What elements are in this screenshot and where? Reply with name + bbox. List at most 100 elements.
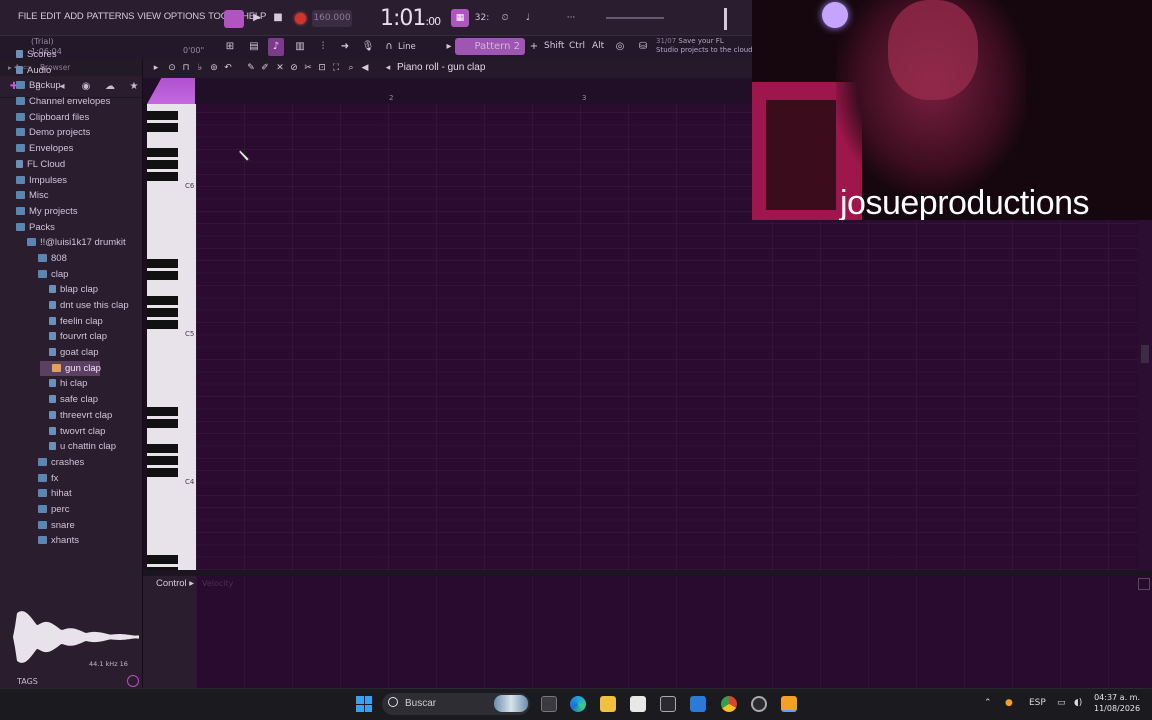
- tune-icon[interactable]: ♭: [194, 61, 206, 75]
- shop-icon[interactable]: ⛁: [635, 38, 651, 56]
- channel-rack-icon[interactable]: ▤: [246, 38, 262, 56]
- black-key[interactable]: [147, 296, 178, 305]
- black-key[interactable]: [147, 555, 178, 564]
- browser-item[interactable]: snare: [0, 518, 143, 534]
- browser-item[interactable]: 808: [0, 251, 143, 267]
- browser-item[interactable]: Packs: [0, 220, 143, 236]
- black-key[interactable]: [147, 123, 178, 132]
- file-explorer-icon[interactable]: [600, 696, 616, 712]
- piano-roll-icon[interactable]: ♪: [268, 38, 284, 56]
- event-scroll-button[interactable]: [1138, 578, 1150, 590]
- event-grid[interactable]: [196, 576, 1138, 688]
- chrome-icon[interactable]: [721, 696, 737, 712]
- fl-cloud-icon[interactable]: ◎: [612, 38, 628, 56]
- browser-item[interactable]: Channel envelopes: [0, 94, 143, 110]
- microphone-tray-icon[interactable]: ●: [1005, 698, 1013, 708]
- scrollbar-thumb[interactable]: [1141, 345, 1149, 363]
- ctrl-key-button[interactable]: Ctrl: [569, 38, 585, 55]
- browser-item[interactable]: Misc: [0, 188, 143, 204]
- browser-item[interactable]: safe clap: [0, 392, 143, 408]
- pianoroll-title[interactable]: Piano roll - gun clap: [397, 61, 485, 75]
- paint-tool-icon[interactable]: ✐: [259, 61, 271, 75]
- speaker-icon[interactable]: ◀: [359, 61, 371, 75]
- menu-patterns[interactable]: PATTERNS: [87, 11, 135, 22]
- tags-label[interactable]: TAGS: [17, 677, 38, 686]
- black-key[interactable]: [147, 320, 178, 329]
- plugin-picker-icon[interactable]: ⫶: [315, 38, 331, 56]
- snap-selector[interactable]: Line: [394, 40, 440, 54]
- windows-start-icon[interactable]: [356, 696, 372, 712]
- browser-item[interactable]: u chattin clap: [0, 439, 143, 455]
- browser-item[interactable]: Envelopes: [0, 141, 143, 157]
- select-tool-icon[interactable]: ⊡: [316, 61, 328, 75]
- mixer-icon[interactable]: ▥: [292, 38, 308, 56]
- black-key[interactable]: [147, 419, 178, 428]
- pencil-tool-icon[interactable]: ✎: [245, 61, 257, 75]
- shift-key-button[interactable]: Shift: [544, 38, 564, 55]
- browser-item[interactable]: blap clap: [0, 282, 143, 298]
- obs-icon[interactable]: [751, 696, 767, 712]
- zoom-fit-icon[interactable]: ⛶: [330, 61, 342, 75]
- stamp-tool-icon[interactable]: ⊚: [208, 61, 220, 75]
- metronome-icon[interactable]: ♩: [519, 9, 537, 27]
- menu-add[interactable]: ADD: [64, 11, 84, 22]
- black-key[interactable]: [147, 308, 178, 317]
- store-icon[interactable]: [630, 696, 646, 712]
- browser-item[interactable]: clap: [0, 267, 143, 283]
- network-icon[interactable]: ▭: [1057, 698, 1066, 708]
- browser-item[interactable]: xhants: [0, 533, 143, 549]
- black-key[interactable]: [147, 456, 178, 465]
- volume-icon[interactable]: ◖): [1074, 698, 1082, 708]
- add-pattern-icon[interactable]: +: [526, 38, 542, 56]
- browser-item[interactable]: Impulses: [0, 173, 143, 189]
- app-icon[interactable]: [690, 696, 706, 712]
- news-panel[interactable]: 31/07 Save your FL Studio projects to th…: [656, 37, 756, 55]
- step-mode-label[interactable]: 32:: [473, 9, 491, 27]
- news-app-icon[interactable]: [660, 696, 676, 712]
- edge-icon[interactable]: [570, 696, 586, 712]
- record-icon[interactable]: [295, 13, 306, 24]
- black-key[interactable]: [147, 160, 178, 169]
- alt-key-button[interactable]: Alt: [592, 38, 604, 55]
- fl-studio-icon[interactable]: [781, 696, 797, 712]
- browser-item[interactable]: goat clap: [0, 345, 143, 361]
- black-key[interactable]: [147, 468, 178, 477]
- browser-item[interactable]: dnt use this clap: [0, 298, 143, 314]
- pattern-song-toggle[interactable]: [224, 10, 244, 28]
- browser-item[interactable]: My projects: [0, 204, 143, 220]
- browser-item[interactable]: Backup: [0, 78, 143, 94]
- browser-item[interactable]: fourvrt clap: [0, 329, 143, 345]
- arrow-right-icon[interactable]: ➜: [337, 38, 353, 56]
- language-indicator[interactable]: ESP: [1029, 698, 1046, 708]
- magnet-small-icon[interactable]: ⊙: [166, 61, 178, 75]
- black-key[interactable]: [147, 407, 178, 416]
- master-volume-slider[interactable]: [606, 17, 664, 19]
- browser-item[interactable]: FL Cloud: [0, 157, 143, 173]
- browser-item[interactable]: Demo projects: [0, 125, 143, 141]
- menu-options[interactable]: OPTIONS: [164, 11, 206, 22]
- tray-chevron-icon[interactable]: ⌃: [984, 698, 992, 708]
- browser-item[interactable]: threevrt clap: [0, 408, 143, 424]
- browser-item[interactable]: fx: [0, 471, 143, 487]
- browser-item[interactable]: crashes: [0, 455, 143, 471]
- menu-edit[interactable]: EDIT: [40, 11, 61, 22]
- stamp-icon[interactable]: ⊓: [180, 61, 192, 75]
- microphone-icon[interactable]: 🎙: [360, 38, 376, 56]
- black-key[interactable]: [147, 111, 178, 120]
- pianoroll-ruler[interactable]: [143, 78, 752, 104]
- browser-item[interactable]: Clipboard files: [0, 110, 143, 126]
- wait-input-icon[interactable]: ⏲: [496, 9, 514, 27]
- stop-icon[interactable]: ■: [270, 10, 286, 26]
- undo-icon[interactable]: ↶: [222, 61, 234, 75]
- mute-tool-icon[interactable]: ⊘: [288, 61, 300, 75]
- browser-item[interactable]: Audio: [0, 63, 143, 79]
- delete-tool-icon[interactable]: ✕: [274, 61, 286, 75]
- black-key[interactable]: [147, 271, 178, 280]
- tempo-display[interactable]: 160.000: [312, 10, 352, 27]
- browser-item[interactable]: !!@luisi1k17 drumkit: [0, 235, 143, 251]
- control-selector[interactable]: Control ▸: [156, 578, 194, 589]
- menu-file[interactable]: FILE: [18, 11, 37, 22]
- search-icon[interactable]: [127, 675, 139, 687]
- menu-view[interactable]: VIEW: [137, 11, 161, 22]
- browser-item[interactable]: hi clap: [0, 376, 143, 392]
